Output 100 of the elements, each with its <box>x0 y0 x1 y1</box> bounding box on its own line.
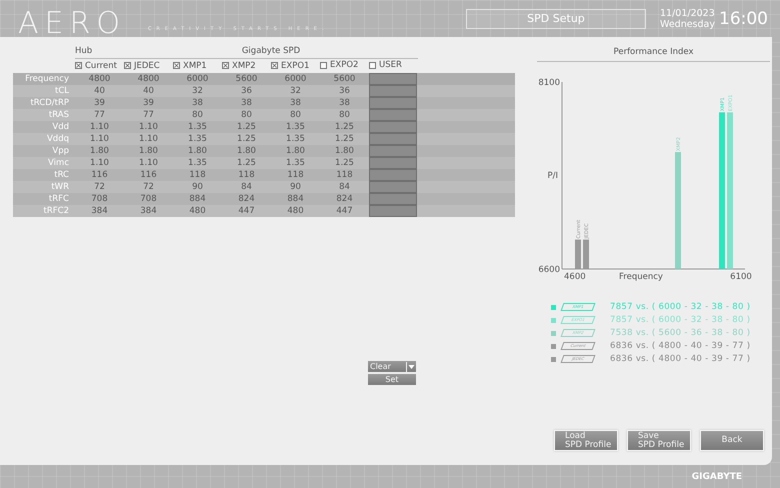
checkbox[interactable] <box>75 62 82 70</box>
checkbox[interactable] <box>222 62 229 70</box>
table-cell: 447 <box>222 205 271 217</box>
table-cell: 1.35 <box>271 133 320 145</box>
table-cell: 1.80 <box>173 145 222 157</box>
table-cell: 1.10 <box>124 157 173 169</box>
user-value-field[interactable] <box>369 181 417 193</box>
axis-label: Frequency <box>619 272 663 282</box>
legend-text: 7538 vs. ( 5600 - 36 - 38 - 80 ) <box>610 328 750 338</box>
user-value-field[interactable] <box>369 205 417 217</box>
user-value-field[interactable] <box>369 109 417 121</box>
table-cell: 384 <box>75 205 124 217</box>
table-cell: 32 <box>173 85 222 97</box>
table-cell: 1.10 <box>75 157 124 169</box>
table-cell: 80 <box>173 109 222 121</box>
checkbox[interactable] <box>369 62 376 69</box>
table-cell: 38 <box>222 97 271 109</box>
table-cell: 80 <box>320 109 369 121</box>
table-cell: 5600 <box>320 73 369 85</box>
row-label: tRAS <box>13 109 75 121</box>
user-value-field[interactable] <box>369 121 417 133</box>
legend-text: 7857 vs. ( 6000 - 32 - 38 - 80 ) <box>610 302 750 312</box>
table-cell: 824 <box>320 193 369 205</box>
table-cell: 39 <box>124 97 173 109</box>
table-cell: 77 <box>124 109 173 121</box>
checkbox[interactable] <box>271 62 278 70</box>
table-cell: 4800 <box>75 73 124 85</box>
table-cell: 38 <box>173 97 222 109</box>
user-value-field[interactable] <box>369 97 417 109</box>
column-heading: EXPO2 <box>330 60 358 70</box>
column-heading: XMP1 <box>183 60 207 71</box>
checkbox[interactable] <box>320 62 327 69</box>
table-cell: 77 <box>75 109 124 121</box>
table-cell: 39 <box>75 97 124 109</box>
table-cell: 447 <box>320 205 369 217</box>
table-cell: 116 <box>124 169 173 181</box>
row-label: tCL <box>13 85 75 97</box>
row-label: Vimc <box>13 157 75 169</box>
clock: 16:00 <box>719 8 768 28</box>
table-cell: 118 <box>173 169 222 181</box>
user-value-field[interactable] <box>369 169 417 181</box>
table-cell: 1.10 <box>124 121 173 133</box>
table-cell: 1.80 <box>75 145 124 157</box>
table-cell: 824 <box>222 193 271 205</box>
user-value-field[interactable] <box>369 73 417 85</box>
date: 11/01/2023 <box>660 8 715 18</box>
table-cell: 480 <box>271 205 320 217</box>
group-heading: Hub <box>75 46 92 56</box>
table-cell: 118 <box>271 169 320 181</box>
table-cell: 708 <box>75 193 124 205</box>
group-heading: Gigabyte SPD <box>242 46 300 56</box>
user-value-field[interactable] <box>369 145 417 157</box>
table-cell: 1.80 <box>320 145 369 157</box>
table-cell: 38 <box>271 97 320 109</box>
table-cell: 72 <box>124 181 173 193</box>
user-value-field[interactable] <box>369 85 417 97</box>
table-cell: 6000 <box>271 73 320 85</box>
table-cell: 36 <box>222 85 271 97</box>
action-button[interactable]: Back <box>700 430 764 451</box>
user-value-field[interactable] <box>369 157 417 169</box>
table-cell: 1.10 <box>75 133 124 145</box>
user-value-field[interactable] <box>369 133 417 145</box>
axis-tick-label: 6600 <box>538 265 560 275</box>
table-cell: 884 <box>173 193 222 205</box>
table-cell: 84 <box>320 181 369 193</box>
row-label: Vpp <box>13 145 75 157</box>
table-cell: 1.10 <box>124 133 173 145</box>
table-cell: 1.25 <box>222 157 271 169</box>
row-label: tRCD/tRP <box>13 97 75 109</box>
table-cell: 1.25 <box>222 121 271 133</box>
table-cell: 90 <box>173 181 222 193</box>
clear-dropdown[interactable]: Clear <box>368 361 416 372</box>
column-heading: XMP2 <box>232 60 256 71</box>
row-label: tRFC <box>13 193 75 205</box>
action-button[interactable]: Load SPD Profile <box>554 430 618 451</box>
table-cell: 90 <box>271 181 320 193</box>
table-cell: 1.80 <box>271 145 320 157</box>
row-label: Vdd <box>13 121 75 133</box>
table-cell: 480 <box>173 205 222 217</box>
axis-tick-label: 4600 <box>564 272 586 282</box>
legend-text: 6836 vs. ( 4800 - 40 - 39 - 77 ) <box>610 341 750 351</box>
table-cell: 1.25 <box>320 121 369 133</box>
set-button[interactable]: Set <box>368 374 416 385</box>
table-cell: 884 <box>271 193 320 205</box>
table-cell: 1.35 <box>173 133 222 145</box>
table-cell: 80 <box>271 109 320 121</box>
row-label: Vddq <box>13 133 75 145</box>
table-cell: 1.35 <box>173 157 222 169</box>
table-cell: 40 <box>75 85 124 97</box>
row-label: tRC <box>13 169 75 181</box>
checkbox[interactable] <box>173 62 180 70</box>
brand-logo: GIGABYTE <box>692 472 742 482</box>
user-value-field[interactable] <box>369 193 417 205</box>
action-button[interactable]: Save SPD Profile <box>627 430 691 451</box>
weekday: Wednesday <box>660 18 715 30</box>
column-heading: USER <box>379 60 402 70</box>
axis-label: P/I <box>548 171 558 181</box>
checkbox[interactable] <box>124 62 131 70</box>
table-cell: 36 <box>320 85 369 97</box>
row-label: tRFC2 <box>13 205 75 217</box>
